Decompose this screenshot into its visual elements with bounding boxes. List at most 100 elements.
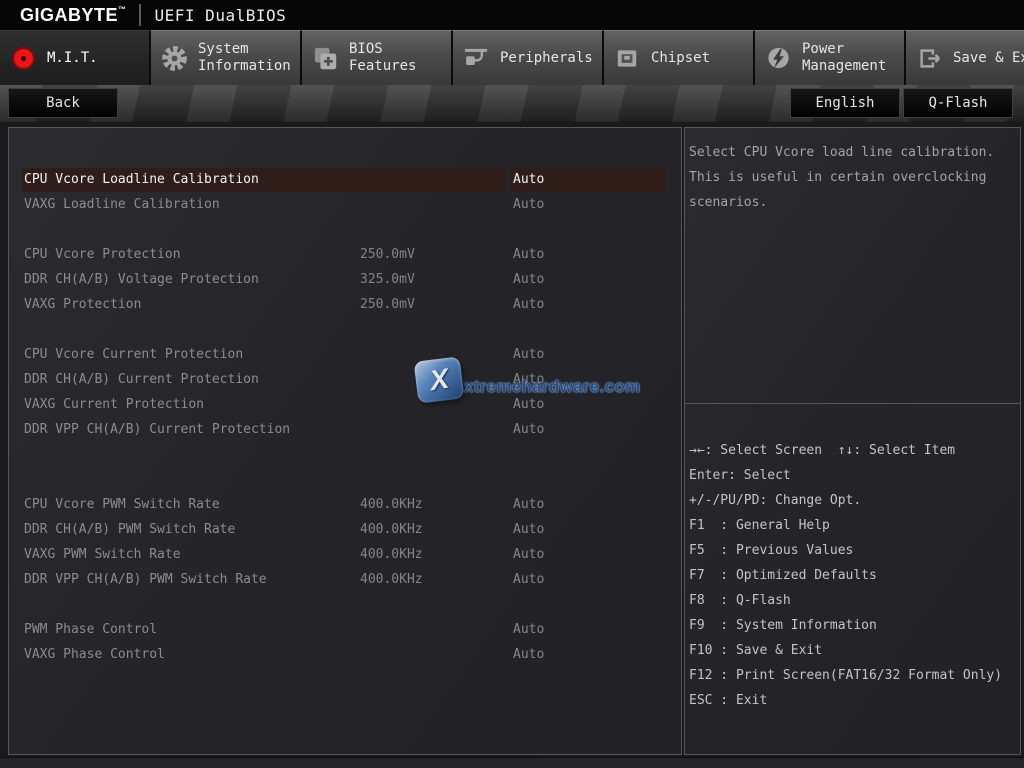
setting-row-vaxg-phase-control[interactable]: VAXG Phase Control Auto [9,643,681,668]
setting-row-ddr-vpp-ch-a-b-current-protection[interactable]: DDR VPP CH(A/B) Current Protection Auto [9,418,681,443]
setting-row-cpu-vcore-pwm-switch-rate[interactable]: CPU Vcore PWM Switch Rate 400.0KHz Auto [9,493,681,518]
tab-bar: M.I.T. System InformationBIOS Features Per… [0,30,1024,85]
setting-label: CPU Vcore Loadline Calibration [22,168,505,192]
tab-save-exit[interactable]: Save & Exit [906,30,1024,85]
setting-label: VAXG Phase Control [24,643,165,667]
back-button[interactable]: Back [8,88,118,118]
trademark-symbol: ™ [118,5,127,14]
key-legend-line: F10 : Save & Exit [689,638,1020,663]
setting-label: PWM Phase Control [24,618,157,642]
help-line: scenarios. [689,190,1016,215]
tab-label: M.I.T. [47,50,149,67]
tab-chipset[interactable]: Chipset [604,30,755,85]
settings-group: CPU Vcore PWM Switch Rate400.0KHzAutoDDR… [9,493,681,593]
power-icon [764,44,792,72]
setting-row-cpu-vcore-protection[interactable]: CPU Vcore Protection250.0mVAuto [9,243,681,268]
setting-value[interactable]: Auto [513,268,544,292]
setting-label: DDR VPP CH(A/B) PWM Switch Rate [24,568,267,592]
setting-row-ddr-ch-a-b-current-protection[interactable]: DDR CH(A/B) Current Protection Auto [9,368,681,393]
setting-row-ddr-ch-a-b-pwm-switch-rate[interactable]: DDR CH(A/B) PWM Switch Rate 400.0KHz Auto [9,518,681,543]
settings-group: CPU Vcore Loadline CalibrationAutoVAXG L… [9,168,681,218]
setting-value[interactable]: Auto [513,543,544,567]
key-legend-line: +/-/PU/PD: Change Opt. [689,488,1020,513]
settings-panel: CPU Vcore Loadline CalibrationAutoVAXG L… [8,127,682,755]
help-panel: Select CPU Vcore load line calibration.T… [684,127,1021,755]
setting-value[interactable]: Auto [513,418,544,442]
setting-value[interactable]: Auto [513,643,544,667]
setting-row-ddr-ch-a-b-voltage-protection[interactable]: DDR CH(A/B) Voltage Protection 325.0mV Aut… [9,268,681,293]
tab-label: Peripherals [500,50,602,67]
key-legend-line: F1 : General Help [689,513,1020,538]
language-button[interactable]: English [790,88,900,118]
setting-row-vaxg-pwm-switch-rate[interactable]: VAXG PWM Switch Rate 400.0KHz Auto [9,543,681,568]
setting-label: VAXG Loadline Calibration [24,193,220,217]
key-legend-line: ESC : Exit [689,688,1020,713]
setting-value[interactable]: Auto [513,568,544,592]
setting-value[interactable]: Auto [513,518,544,542]
setting-value[interactable]: Auto [513,368,544,392]
tab-label: Save & Exit [953,50,1024,67]
help-text-area: Select CPU Vcore load line calibration.T… [685,128,1020,403]
setting-label: CPU Vcore PWM Switch Rate [24,493,220,517]
setting-label: VAXG Protection [24,293,141,317]
setting-value[interactable]: Auto [513,193,544,217]
setting-row-pwm-phase-control[interactable]: PWM Phase Control Auto [9,618,681,643]
setting-mid-value: 400.0KHz [360,543,423,567]
tab-bios-features[interactable]: BIOS Features [302,30,453,85]
setting-row-vaxg-loadline-calibration[interactable]: VAXG Loadline Calibration Auto [9,193,681,218]
tab-power-management[interactable]: Power Management [755,30,906,85]
save-exit-icon [915,44,943,72]
setting-value[interactable]: Auto [513,493,544,517]
help-line: Select CPU Vcore load line calibration. [689,140,1016,165]
setting-row-cpu-vcore-loadline-calibration[interactable]: CPU Vcore Loadline CalibrationAuto [9,168,681,193]
gigabyte-logo: GIGABYTE™ [20,5,127,26]
settings-list: CPU Vcore Loadline CalibrationAutoVAXG L… [9,128,681,668]
toolbar-strip: Back English Q-Flash [0,85,1024,122]
key-legend-line: F7 : Optimized Defaults [689,563,1020,588]
tab-label: Power Management [802,41,904,75]
setting-label: DDR CH(A/B) PWM Switch Rate [24,518,235,542]
tab-peripherals[interactable]: Peripherals [453,30,604,85]
setting-mid-value: 400.0KHz [360,568,423,592]
key-legend-line: →←: Select Screen ↑↓: Select Item [689,438,1020,463]
setting-row-vaxg-protection[interactable]: VAXG Protection250.0mVAuto [9,293,681,318]
qflash-button[interactable]: Q-Flash [903,88,1013,118]
setting-value[interactable]: Auto [513,393,544,417]
setting-label: CPU Vcore Current Protection [24,343,243,367]
setting-label: DDR CH(A/B) Voltage Protection [24,268,259,292]
gear-icon [160,44,188,72]
setting-value[interactable]: Auto [511,168,666,192]
key-legend-area: →←: Select Screen ↑↓: Select ItemEnter: … [685,403,1020,713]
setting-label: DDR CH(A/B) Current Protection [24,368,259,392]
mit-dot-icon [9,44,37,72]
setting-value[interactable]: Auto [513,243,544,267]
setting-row-vaxg-current-protection[interactable]: VAXG Current Protection Auto [9,393,681,418]
setting-label: DDR VPP CH(A/B) Current Protection [24,418,290,442]
help-line: This is useful in certain overclocking [689,165,1016,190]
settings-group: CPU Vcore Current ProtectionAutoDDR CH(A… [9,343,681,443]
setting-row-ddr-vpp-ch-a-b-pwm-switch-rate[interactable]: DDR VPP CH(A/B) PWM Switch Rate 400.0KHz A… [9,568,681,593]
tab-system-information[interactable]: System Information [151,30,302,85]
setting-value[interactable]: Auto [513,618,544,642]
setting-row-cpu-vcore-current-protection[interactable]: CPU Vcore Current Protection Auto [9,343,681,368]
key-legend-line: F9 : System Information [689,613,1020,638]
tab-label: System Information [198,41,300,75]
setting-label: VAXG PWM Switch Rate [24,543,181,567]
bios-screen: GIGABYTE™ UEFI DualBIOS M.I.T.System Inf… [0,0,1024,768]
setting-label: VAXG Current Protection [24,393,204,417]
setting-mid-value: 250.0mV [360,243,415,267]
setting-mid-value: 325.0mV [360,268,415,292]
setting-value[interactable]: Auto [513,343,544,367]
key-legend-line: Enter: Select [689,463,1020,488]
key-legend-line: F12 : Print Screen(FAT16/32 Format Only) [689,663,1020,688]
setting-mid-value: 400.0KHz [360,493,423,517]
key-legend-line: F8 : Q-Flash [689,588,1020,613]
topbar-divider [139,4,141,26]
settings-group: CPU Vcore Protection250.0mVAutoDDR CH(A/… [9,243,681,318]
peripherals-icon [462,44,490,72]
setting-value[interactable]: Auto [513,293,544,317]
settings-group: PWM Phase Control Auto VAXG Phase Control A… [9,618,681,668]
chipset-icon [613,44,641,72]
tab-m-i-t[interactable]: M.I.T. [0,30,151,85]
setting-mid-value: 400.0KHz [360,518,423,542]
